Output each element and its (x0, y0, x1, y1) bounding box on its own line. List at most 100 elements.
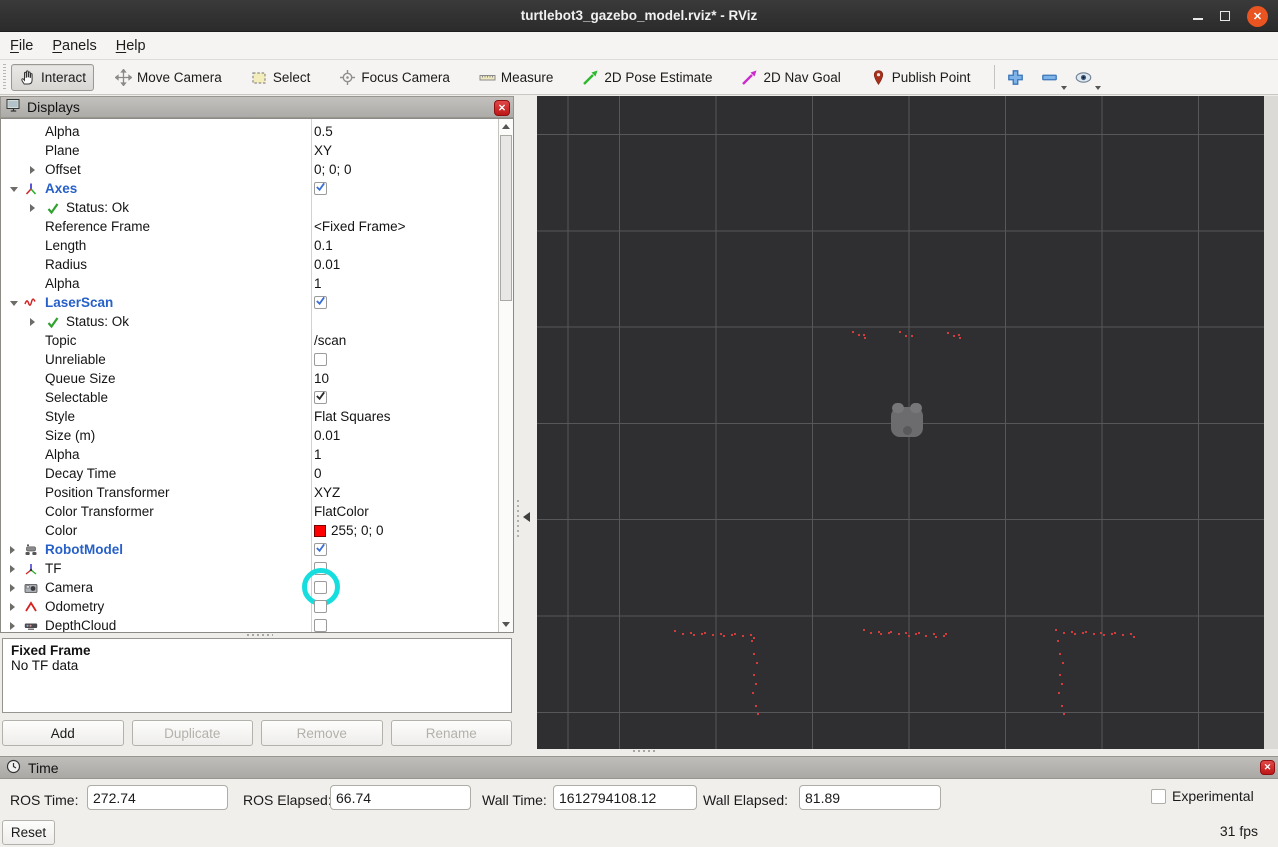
tree-row-tf[interactable]: TF (1, 559, 513, 578)
tree-row-plane[interactable]: PlaneXY (1, 141, 513, 160)
tree-row-alpha[interactable]: Alpha1 (1, 445, 513, 464)
unreliable-checkbox[interactable] (314, 353, 327, 366)
tool-2d-pose-estimate[interactable]: 2D Pose Estimate (574, 64, 720, 91)
tree-row-length[interactable]: Length0.1 (1, 236, 513, 255)
scroll-down-icon[interactable] (499, 617, 513, 632)
tool-zoom-out[interactable] (1040, 68, 1059, 87)
tree-row-odometry[interactable]: Odometry (1, 597, 513, 616)
displays-close-icon[interactable]: ✕ (494, 100, 510, 116)
minimize-icon[interactable] (1193, 18, 1203, 20)
tree-row-radius[interactable]: Radius0.01 (1, 255, 513, 274)
expand-arrow-icon[interactable] (30, 204, 35, 212)
expand-arrow-icon[interactable] (30, 318, 35, 326)
ros-time-input[interactable] (87, 785, 228, 810)
collapse-arrow-icon[interactable] (10, 187, 18, 192)
expand-arrow-icon[interactable] (30, 166, 35, 174)
tree-row-queue-size[interactable]: Queue Size10 (1, 369, 513, 388)
laser-scan-point (1057, 640, 1059, 642)
splitter-handle-dots[interactable] (517, 500, 519, 540)
row-value-text: 1 (314, 274, 322, 293)
time-panel-splitter-handle[interactable] (633, 750, 655, 752)
tree-row-depthcloud[interactable]: DepthCloud (1, 616, 513, 633)
displays-panel-header[interactable]: Displays ✕ (0, 96, 514, 118)
toolbar-drag-handle[interactable] (3, 64, 6, 90)
tree-row-status-ok[interactable]: Status: Ok (1, 198, 513, 217)
camera-checkbox[interactable] (314, 581, 327, 594)
tool-select[interactable]: Select (243, 64, 319, 91)
tool-label: Measure (501, 70, 554, 85)
menu-help[interactable]: Help (116, 38, 146, 54)
tree-row-topic[interactable]: Topic/scan (1, 331, 513, 350)
tree-row-reference-frame[interactable]: Reference Frame<Fixed Frame> (1, 217, 513, 236)
tool-zoom-in[interactable] (1006, 68, 1025, 87)
expand-arrow-icon[interactable] (10, 584, 15, 592)
tree-row-position-transformer[interactable]: Position TransformerXYZ (1, 483, 513, 502)
scroll-up-icon[interactable] (499, 119, 513, 134)
tree-row-style[interactable]: StyleFlat Squares (1, 407, 513, 426)
tree-row-alpha[interactable]: Alpha1 (1, 274, 513, 293)
menu-file[interactable]: File (10, 38, 33, 54)
fixed-frame-status-box: Fixed Frame No TF data (2, 638, 512, 713)
tf-checkbox[interactable] (314, 562, 327, 575)
scrollbar-thumb[interactable] (500, 135, 512, 301)
odometry-checkbox[interactable] (314, 600, 327, 613)
tool-interact[interactable]: Interact (11, 64, 94, 91)
tree-row-alpha[interactable]: Alpha0.5 (1, 122, 513, 141)
experimental-checkbox[interactable] (1151, 789, 1166, 804)
tree-row-color[interactable]: Color255; 0; 0 (1, 521, 513, 540)
titlebar[interactable]: turtlebot3_gazebo_model.rviz* - RViz ✕ (0, 0, 1278, 32)
tree-row-axes[interactable]: Axes (1, 179, 513, 198)
reset-button[interactable]: Reset (2, 820, 55, 845)
dropdown-caret-icon[interactable] (1095, 86, 1101, 90)
laserscan-icon (24, 296, 38, 310)
time-close-icon[interactable]: ✕ (1260, 760, 1275, 775)
laser-scan-point (1133, 636, 1135, 638)
axes-checkbox[interactable] (314, 182, 327, 195)
tool-measure[interactable]: Measure (471, 64, 562, 91)
ros-elapsed-input[interactable] (330, 785, 471, 810)
row-value: Flat Squares (314, 407, 391, 426)
viewport-3d[interactable] (537, 96, 1264, 749)
tool-move-camera[interactable]: Move Camera (107, 64, 230, 91)
displays-panel-title: Displays (27, 99, 80, 115)
displays-tree[interactable]: Alpha0.5PlaneXYOffset0; 0; 0AxesStatus: … (0, 118, 514, 633)
tool-publish-point[interactable]: Publish Point (862, 64, 979, 91)
tree-scrollbar[interactable] (498, 119, 513, 632)
tree-row-camera[interactable]: Camera (1, 578, 513, 597)
row-value: /scan (314, 331, 346, 350)
tree-row-status-ok[interactable]: Status: Ok (1, 312, 513, 331)
maximize-icon[interactable] (1220, 11, 1230, 21)
dropdown-caret-icon[interactable] (1061, 86, 1067, 90)
tree-row-robotmodel[interactable]: RobotModel (1, 540, 513, 559)
collapse-arrow-icon[interactable] (10, 301, 18, 306)
color-swatch[interactable] (314, 525, 326, 537)
expand-arrow-icon[interactable] (10, 603, 15, 611)
menu-panels[interactable]: Panels (52, 38, 96, 54)
add-button[interactable]: Add (2, 720, 124, 746)
close-icon[interactable]: ✕ (1247, 6, 1268, 27)
tree-row-selectable[interactable]: Selectable (1, 388, 513, 407)
collapse-panel-arrow-icon[interactable] (523, 512, 530, 522)
robotmodel-checkbox[interactable] (314, 543, 327, 556)
tree-row-laserscan[interactable]: LaserScan (1, 293, 513, 312)
selectable-checkbox[interactable] (314, 391, 327, 404)
depthcloud-checkbox[interactable] (314, 619, 327, 632)
tool-2d-nav-goal[interactable]: 2D Nav Goal (733, 64, 848, 91)
panel-splitter[interactable] (514, 96, 537, 749)
expand-arrow-icon[interactable] (10, 565, 15, 573)
expand-arrow-icon[interactable] (10, 622, 15, 630)
tree-row-unreliable[interactable]: Unreliable (1, 350, 513, 369)
laser-scan-point (1103, 634, 1105, 636)
time-panel-header[interactable]: Time ✕ (0, 756, 1278, 779)
wall-elapsed-input[interactable] (799, 785, 941, 810)
expand-arrow-icon[interactable] (10, 546, 15, 554)
tool-visibility[interactable] (1074, 68, 1093, 87)
laserscan-checkbox[interactable] (314, 296, 327, 309)
wall-time-input[interactable] (553, 785, 697, 810)
tree-row-size-m[interactable]: Size (m)0.01 (1, 426, 513, 445)
tool-focus-camera[interactable]: Focus Camera (331, 64, 458, 91)
tree-splitter-handle[interactable] (247, 634, 273, 636)
tree-row-offset[interactable]: Offset0; 0; 0 (1, 160, 513, 179)
tree-row-decay-time[interactable]: Decay Time0 (1, 464, 513, 483)
tree-row-color-transformer[interactable]: Color TransformerFlatColor (1, 502, 513, 521)
